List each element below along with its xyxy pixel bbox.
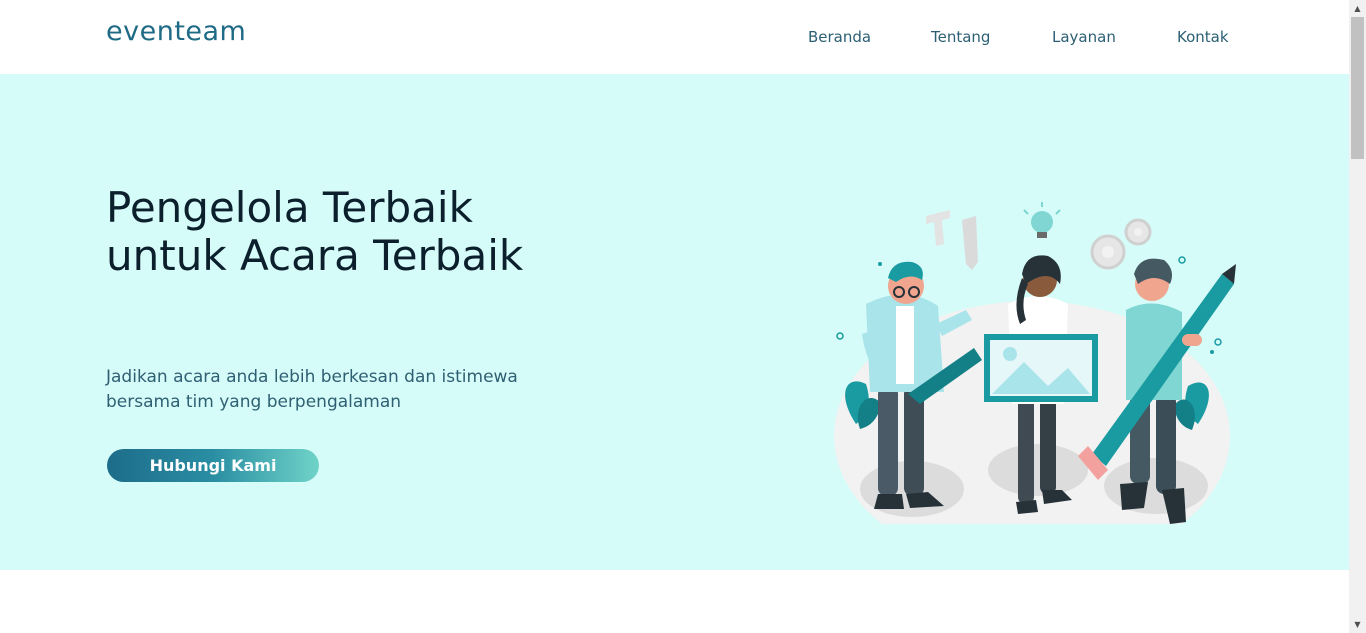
scroll-up-arrow-icon[interactable]: ▲ <box>1349 0 1366 17</box>
brand-logo[interactable]: eventeam <box>106 16 246 47</box>
text-letter-icon <box>926 210 978 270</box>
page: eventeam Beranda Tentang Layanan Kontak … <box>0 0 1366 633</box>
nav-link-tentang[interactable]: Tentang <box>931 28 990 46</box>
hero-subtitle: Jadikan acara anda lebih berkesan dan is… <box>106 367 518 412</box>
scroll-down-arrow-icon[interactable]: ▼ <box>1349 616 1366 633</box>
lightbulb-icon <box>1023 202 1061 238</box>
nav-link-layanan[interactable]: Layanan <box>1052 28 1116 46</box>
shadow-middle <box>988 444 1088 496</box>
navbar: eventeam Beranda Tentang Layanan Kontak <box>0 0 1349 74</box>
team-illustration <box>834 202 1236 524</box>
hero-title: Pengelola Terbaik untuk Acara Terbaik <box>106 183 524 280</box>
nav-link-kontak[interactable]: Kontak <box>1177 28 1229 46</box>
nav-link-beranda[interactable]: Beranda <box>808 28 871 46</box>
hero-section: Pengelola Terbaik untuk Acara Terbaik Ja… <box>0 74 1349 570</box>
gear-icon <box>1090 218 1152 270</box>
contact-us-button[interactable]: Hubungi Kami <box>107 449 319 482</box>
scrollbar[interactable]: ▲ ▼ <box>1349 0 1366 633</box>
scroll-thumb[interactable] <box>1351 17 1364 159</box>
